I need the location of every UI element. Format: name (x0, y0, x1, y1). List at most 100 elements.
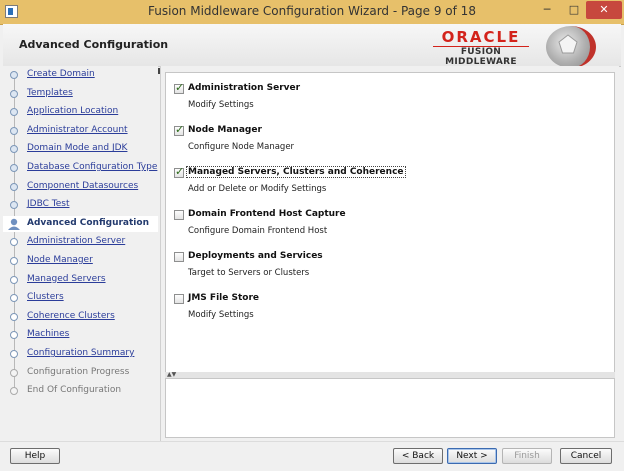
nav-step-configuration-summary[interactable]: Configuration Summary (3, 346, 158, 362)
nav-step-jdbc-test[interactable]: JDBC Test (3, 197, 158, 213)
step-status-icon (10, 257, 18, 265)
nav-step-label: Application Location (27, 106, 119, 117)
next-button[interactable]: Next > (447, 448, 497, 464)
checkbox[interactable] (174, 210, 184, 220)
nav-step-managed-servers[interactable]: Managed Servers (3, 272, 158, 288)
brand-oracle: ORACLE (441, 28, 521, 46)
step-status-icon (10, 201, 18, 210)
step-status-icon (10, 71, 18, 79)
current-step-icon (8, 218, 20, 230)
step-status-icon (10, 387, 18, 396)
nav-step-label: Database Configuration Type (27, 162, 158, 172)
wizard-header: Advanced Configuration ORACLE FUSION MID… (3, 24, 621, 68)
option-title[interactable]: JMS File Store (188, 293, 259, 303)
step-status-icon (10, 350, 18, 358)
step-status-icon (10, 331, 18, 340)
nav-step-label: Machines (27, 329, 70, 340)
nav-step-end-of-configuration: End Of Configuration (3, 383, 158, 399)
step-status-icon (10, 145, 18, 154)
checkbox[interactable]: ✓ (174, 123, 185, 136)
nav-step-create-domain[interactable]: Create Domain (3, 67, 158, 83)
nav-step-label: Clusters (27, 292, 64, 303)
nav-step-coherence-clusters[interactable]: Coherence Clusters (3, 309, 158, 325)
nav-step-label: Component Datasources (27, 180, 139, 191)
checkbox[interactable]: ✓ (174, 165, 185, 178)
nav-step-clusters[interactable]: Clusters (3, 290, 158, 306)
option-title[interactable]: Administration Server (188, 83, 300, 93)
checkbox[interactable] (174, 252, 184, 262)
option-managed-servers-clusters-and-coherence: ✓ Managed Servers, Clusters and Coherence… (174, 165, 604, 197)
nav-step-label: Domain Mode and JDK (27, 143, 128, 154)
content-panel: ✓ Administration Server Modify Settings ✓ No… (160, 66, 619, 441)
nav-step-application-location[interactable]: Application Location (3, 104, 158, 120)
nav-step-domain-mode-and-jdk[interactable]: Domain Mode and JDK (3, 141, 158, 157)
back-button[interactable]: < Back (393, 448, 443, 464)
nav-step-label: JDBC Test (27, 199, 70, 210)
nav-step-administrator-account[interactable]: Administrator Account (3, 123, 158, 139)
nav-step-templates[interactable]: Templates (3, 86, 158, 102)
finish-button[interactable]: Finish (502, 448, 552, 464)
brand-fusion-middleware: FUSION MIDDLEWARE (445, 47, 517, 67)
nav-step-label: Node Manager (27, 255, 93, 265)
option-title[interactable]: Node Manager (188, 125, 262, 135)
option-node-manager: ✓ Node Manager Configure Node Manager (174, 123, 604, 155)
option-jms-file-store: JMS File Store Modify Settings (174, 293, 604, 323)
step-status-icon (10, 126, 18, 135)
nav-step-label: End Of Configuration (27, 385, 122, 396)
checkmark-icon: ✓ (175, 81, 185, 94)
nav-step-administration-server[interactable]: Administration Server (3, 234, 158, 250)
minimize-button[interactable]: ─ (534, 1, 560, 19)
option-description: Modify Settings (188, 100, 254, 110)
step-status-icon (10, 89, 18, 98)
wizard-steps-nav: Create Domain Templates Application Locati… (3, 66, 158, 441)
steps-connector-line (14, 74, 15, 392)
nav-step-label: Coherence Clusters (27, 310, 115, 321)
option-description: Add or Delete or Modify Settings (188, 184, 327, 194)
option-description: Configure Domain Frontend Host (188, 226, 328, 236)
nav-step-label: Configuration Summary (27, 348, 135, 358)
nav-step-label: Managed Servers (27, 273, 106, 284)
option-title[interactable]: Managed Servers, Clusters and Coherence (186, 166, 406, 178)
oracle-logo: ORACLE FUSION MIDDLEWARE (433, 29, 529, 67)
step-status-icon (10, 275, 18, 284)
step-status-icon (10, 182, 18, 191)
orb-icon (546, 26, 596, 68)
nav-step-machines[interactable]: Machines (3, 327, 158, 343)
nav-step-node-manager[interactable]: Node Manager (3, 253, 158, 269)
option-title[interactable]: Deployments and Services (188, 251, 323, 261)
page-title: Advanced Configuration (19, 38, 169, 51)
window-title: Fusion Middleware Configuration Wizard -… (148, 4, 476, 18)
checkbox[interactable]: ✓ (174, 81, 185, 94)
step-status-icon (10, 294, 18, 303)
nav-step-label: Administration Server (27, 236, 126, 247)
pentagon-icon (558, 34, 578, 54)
option-description: Target to Servers or Clusters (188, 268, 310, 278)
option-title[interactable]: Domain Frontend Host Capture (188, 209, 346, 219)
step-status-icon (10, 108, 18, 117)
checkmark-icon: ✓ (175, 165, 185, 178)
nav-step-label: Configuration Progress (27, 366, 130, 377)
nav-step-configuration-progress: Configuration Progress (3, 365, 158, 381)
nav-step-advanced-configuration[interactable]: Advanced Configuration (3, 215, 158, 232)
nav-step-component-datasources[interactable]: Component Datasources (3, 179, 158, 195)
title-bar: Fusion Middleware Configuration Wizard -… (0, 0, 624, 25)
option-administration-server: ✓ Administration Server Modify Settings (174, 81, 604, 113)
brand-divider (433, 46, 529, 47)
nav-step-label: Create Domain (27, 69, 95, 79)
step-status-icon (10, 238, 18, 247)
nav-step-label: Advanced Configuration (27, 217, 149, 228)
step-status-icon (10, 368, 18, 377)
checkbox[interactable] (174, 294, 184, 304)
checkmark-icon: ✓ (175, 123, 185, 136)
option-description: Configure Node Manager (188, 142, 295, 152)
nav-step-database-configuration-type[interactable]: Database Configuration Type (3, 160, 158, 176)
step-status-icon (10, 312, 18, 321)
cancel-button[interactable]: Cancel (560, 448, 612, 464)
message-pane (165, 378, 615, 438)
close-button[interactable]: ✕ (586, 1, 622, 19)
option-description: Modify Settings (188, 310, 254, 320)
step-status-icon (10, 164, 18, 172)
help-button[interactable]: Help (10, 448, 60, 464)
maximize-button[interactable]: □ (561, 1, 587, 19)
nav-step-label: Administrator Account (27, 124, 128, 135)
